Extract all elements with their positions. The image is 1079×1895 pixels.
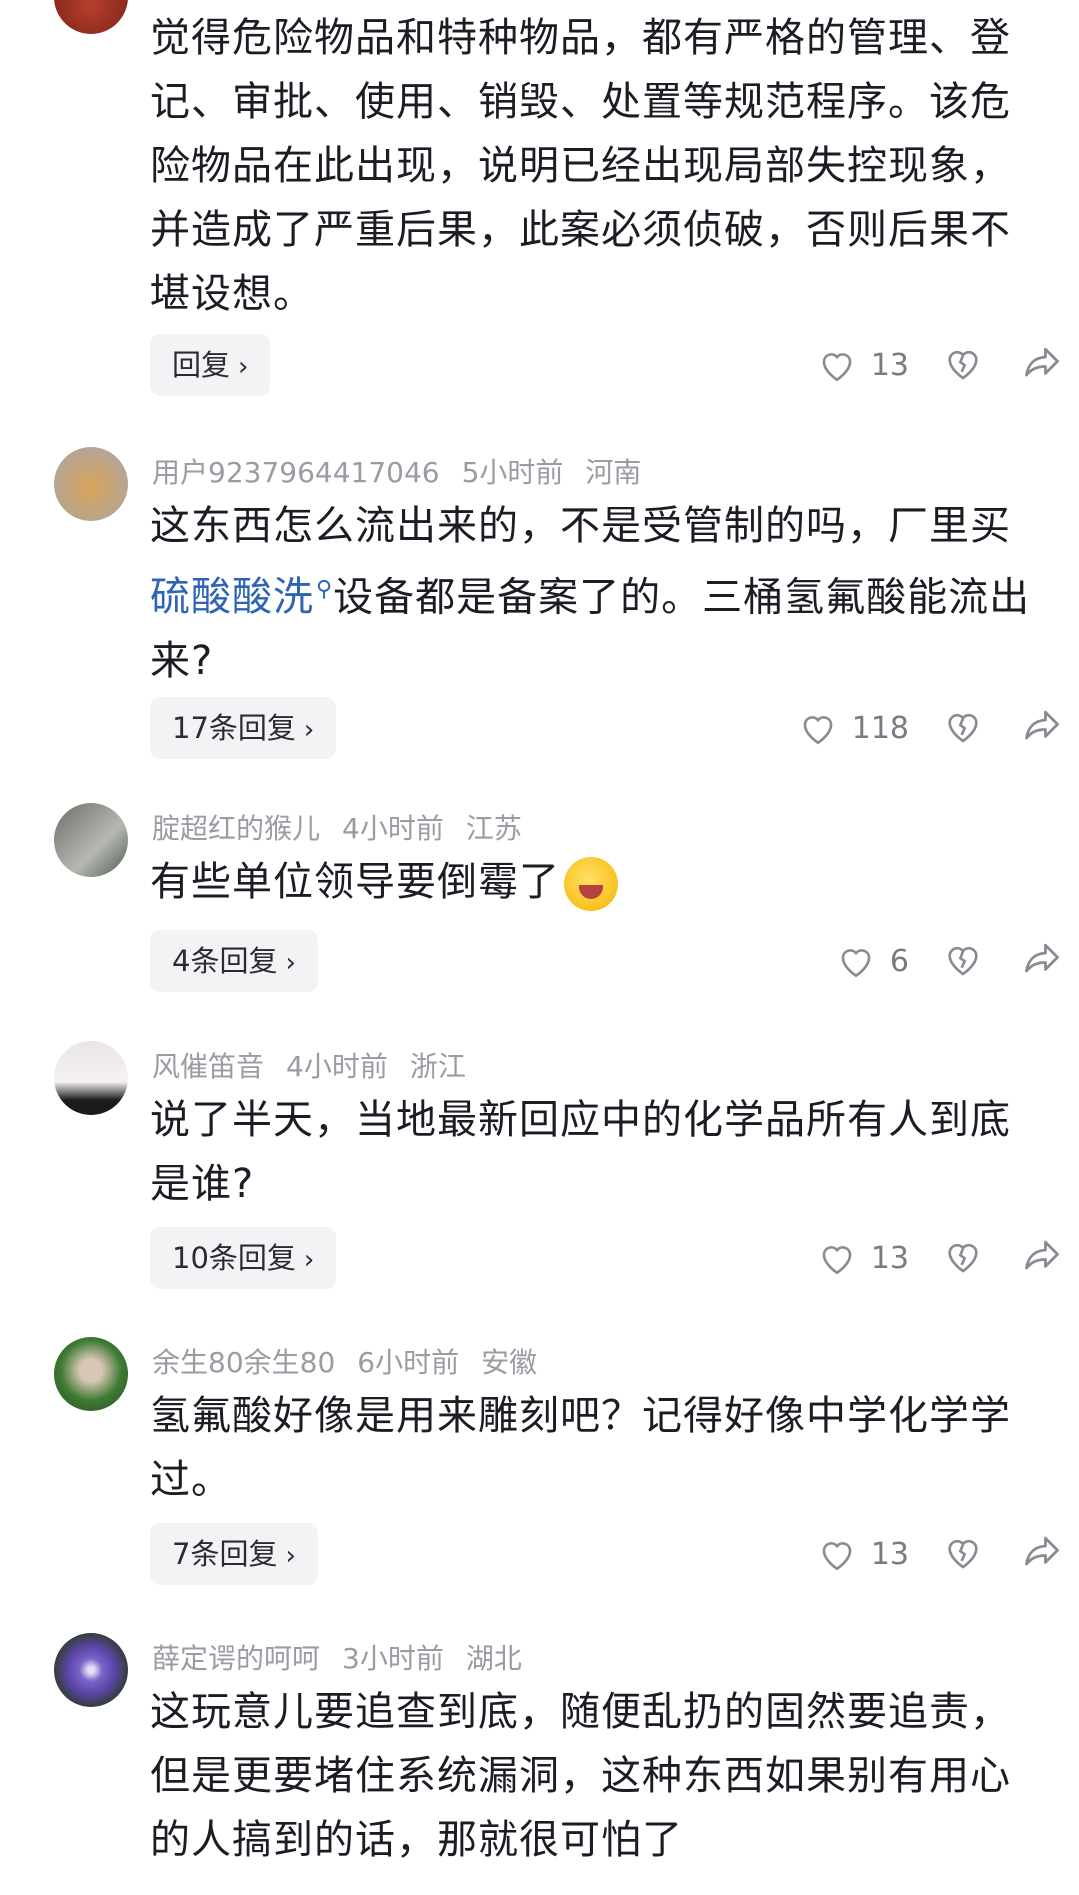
avatar[interactable] — [54, 1633, 128, 1707]
dislike-button[interactable] — [943, 344, 983, 386]
share-button[interactable] — [1021, 1533, 1063, 1575]
comment-meta: 腚超红的猴儿 4小时前 江苏 — [152, 807, 544, 847]
comment-meta: 薛定谔的呵呵 3小时前 湖北 — [152, 1637, 544, 1677]
heart-outline-icon — [822, 1246, 852, 1275]
like-button[interactable]: 6 — [749, 930, 909, 992]
like-count: 13 — [870, 1536, 909, 1572]
like-count: 13 — [870, 347, 909, 383]
reply-button-label: 回复 — [172, 348, 231, 382]
heart-outline-icon — [822, 1542, 852, 1571]
chevron-right-icon: › — [303, 715, 315, 745]
timestamp: 3小时前 — [342, 1642, 444, 1675]
share-arrow-icon — [1025, 943, 1059, 973]
dislike-button[interactable] — [943, 707, 983, 749]
laughing-crying-emoji — [564, 857, 618, 911]
heart-outline-icon — [803, 716, 833, 745]
avatar[interactable] — [54, 1041, 128, 1115]
reply-button-label: 7条回复 — [172, 1537, 278, 1571]
share-button[interactable] — [1021, 344, 1063, 386]
heart-outline-icon — [841, 949, 871, 978]
share-button[interactable] — [1021, 940, 1063, 982]
hashtag-label: 硫酸酸洗 — [150, 574, 314, 621]
broken-heart-icon — [948, 350, 978, 380]
comment-actions: 6 — [749, 930, 1079, 992]
share-arrow-icon — [1025, 1240, 1059, 1270]
location: 安徽 — [481, 1346, 538, 1379]
timestamp: 4小时前 — [286, 1050, 388, 1083]
username[interactable]: 薛定谔的呵呵 — [152, 1642, 320, 1675]
reply-button-label: 17条回复 — [172, 711, 296, 745]
comment-text: 氢氟酸好像是用来雕刻吧？记得好像中学化学学过。 — [150, 1393, 1011, 1503]
broken-heart-icon — [948, 713, 978, 743]
avatar[interactable] — [54, 803, 128, 877]
location: 湖北 — [465, 1642, 522, 1675]
like-button[interactable]: 118 — [749, 697, 909, 759]
comment-text: 说了半天，当地最新回应中的化学品所有人到底是谁? — [150, 1097, 1011, 1207]
like-count: 13 — [870, 1240, 909, 1276]
reply-button-label: 4条回复 — [172, 944, 278, 978]
like-button[interactable]: 13 — [749, 1523, 909, 1585]
broken-heart-icon — [948, 1243, 978, 1273]
hashtag-link[interactable]: 硫酸酸洗⚲ — [150, 574, 333, 620]
chevron-right-icon: › — [285, 948, 296, 978]
share-arrow-icon — [1025, 1536, 1059, 1566]
comment-text: 这玩意儿要追查到底，随便乱扔的固然要追责，但是更要堵住系统漏洞，这种东西如果别有… — [150, 1689, 1011, 1863]
reply-button[interactable]: 17条回复 › — [150, 697, 337, 759]
reply-button-label: 10条回复 — [172, 1241, 296, 1275]
timestamp: 6小时前 — [357, 1346, 460, 1379]
comment-text: 这东西怎么流出来的，不是受管制的吗，厂里买硫酸酸洗⚲设备都是备案了的。三桶氢氟酸… — [150, 494, 1050, 693]
username[interactable]: 腚超红的猴儿 — [152, 812, 320, 845]
location: 江苏 — [465, 812, 522, 845]
like-button[interactable]: 13 — [749, 1227, 909, 1289]
comment-meta: 余生80余生80 6小时前 安徽 — [152, 1341, 559, 1381]
comment-text-part: 这东西怎么流出来的，不是受管制的吗，厂里买 — [150, 503, 1011, 549]
username[interactable]: 用户9237964417046 — [152, 456, 440, 489]
location: 浙江 — [409, 1050, 466, 1083]
comment-meta: 用户9237964417046 5小时前 河南 — [152, 451, 663, 491]
search-mini-icon: ⚲ — [316, 577, 334, 602]
like-count: 118 — [851, 710, 909, 746]
reply-button[interactable]: 4条回复 › — [150, 930, 318, 992]
reply-button[interactable]: 10条回复 › — [150, 1227, 337, 1289]
dislike-button[interactable] — [943, 940, 983, 982]
dislike-button[interactable] — [943, 1533, 983, 1575]
avatar[interactable] — [54, 447, 128, 521]
share-arrow-icon — [1025, 347, 1059, 377]
share-arrow-icon — [1025, 710, 1059, 740]
comment-actions: 13 — [749, 1227, 1079, 1289]
username[interactable]: 风催笛音 — [152, 1050, 264, 1083]
comment-text: 觉得危险物品和特种物品，都有严格的管理、登记、审批、使用、销毁、处置等规范程序。… — [150, 15, 1011, 317]
broken-heart-icon — [948, 946, 978, 976]
comment-text-part: 有些单位领导要倒霉了 — [150, 859, 560, 905]
broken-heart-icon — [948, 1539, 978, 1569]
share-button[interactable] — [1021, 1237, 1063, 1279]
avatar[interactable] — [54, 1337, 128, 1411]
like-button[interactable]: 13 — [749, 334, 909, 396]
like-count: 6 — [889, 943, 909, 979]
reply-button[interactable]: 回复 › — [150, 334, 271, 396]
chevron-right-icon: › — [285, 1541, 296, 1571]
dislike-button[interactable] — [943, 1237, 983, 1279]
timestamp: 4小时前 — [342, 812, 444, 845]
share-button[interactable] — [1021, 707, 1063, 749]
reply-button[interactable]: 7条回复 › — [150, 1523, 318, 1585]
comment-actions: 118 — [749, 697, 1079, 759]
comment-actions: 13 — [749, 1523, 1079, 1585]
comment-meta: 风催笛音 4小时前 浙江 — [152, 1045, 488, 1085]
chevron-right-icon: › — [238, 352, 249, 382]
location: 河南 — [585, 456, 642, 489]
timestamp: 5小时前 — [461, 456, 564, 489]
username[interactable]: 余生80余生80 — [152, 1346, 335, 1379]
heart-outline-icon — [822, 353, 852, 382]
comment-text: 有些单位领导要倒霉了 — [150, 850, 1050, 914]
avatar[interactable] — [54, 0, 128, 34]
comment-actions: 13 — [749, 334, 1079, 396]
chevron-right-icon: › — [303, 1245, 315, 1275]
